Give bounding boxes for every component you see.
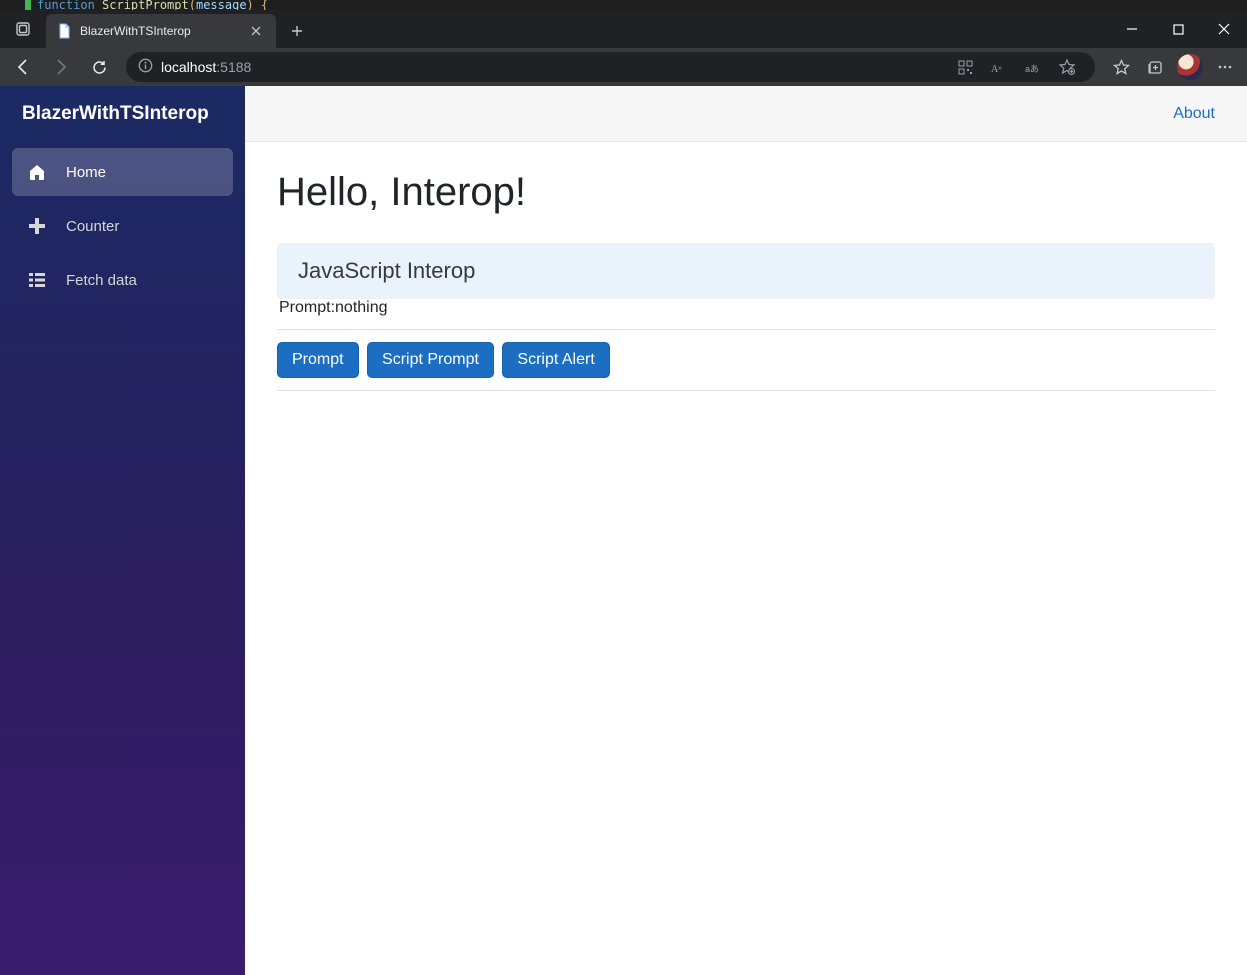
sidebar-item-label: Fetch data (66, 272, 137, 289)
new-tab-button[interactable] (282, 16, 312, 46)
app-brand: BlazerWithTSInterop (0, 86, 245, 142)
svg-text:aあ: aあ (1025, 64, 1039, 74)
nav-refresh-button[interactable] (82, 51, 116, 83)
tab-actions-icon[interactable] (6, 12, 40, 46)
list-icon (26, 271, 48, 289)
sidebar-item-label: Counter (66, 218, 119, 235)
favorites-menu-icon[interactable] (1105, 52, 1137, 82)
script-prompt-button[interactable]: Script Prompt (367, 342, 494, 378)
sidebar-item-home[interactable]: Home (12, 148, 233, 196)
prompt-button[interactable]: Prompt (277, 342, 359, 378)
page-title: Hello, Interop! (277, 170, 1215, 215)
qr-code-icon[interactable] (949, 52, 981, 82)
window-minimize-button[interactable] (1109, 10, 1155, 48)
home-icon (26, 162, 48, 182)
sidebar-item-counter[interactable]: Counter (12, 202, 233, 250)
window-close-button[interactable] (1201, 10, 1247, 48)
profile-avatar[interactable] (1177, 54, 1203, 80)
translate-icon[interactable]: aあ (1017, 52, 1049, 82)
topbar: About (245, 86, 1247, 142)
browser-toolbar: localhost:5188 A» aあ (0, 48, 1247, 86)
divider (277, 329, 1215, 330)
divider (277, 390, 1215, 391)
read-aloud-icon[interactable]: A» (983, 52, 1015, 82)
page-icon (56, 23, 72, 39)
sidebar-item-label: Home (66, 164, 106, 181)
address-bar[interactable]: localhost:5188 A» aあ (126, 52, 1095, 82)
address-url: localhost:5188 (161, 59, 251, 75)
browser-tab[interactable]: BlazerWithTSInterop (46, 14, 276, 48)
favorite-icon[interactable] (1051, 52, 1083, 82)
about-link[interactable]: About (1173, 105, 1215, 123)
browser-titlebar: BlazerWithTSInterop (0, 10, 1247, 48)
collections-icon[interactable] (1139, 52, 1171, 82)
code-editor-peek: function ScriptPrompt(message) { (0, 0, 1247, 10)
prompt-label: Prompt: (279, 299, 335, 316)
tab-close-icon[interactable] (246, 21, 266, 41)
script-alert-button[interactable]: Script Alert (502, 342, 609, 378)
button-row: Prompt Script Prompt Script Alert (277, 342, 1215, 378)
nav-back-button[interactable] (6, 51, 40, 83)
site-info-icon[interactable] (138, 58, 153, 76)
prompt-value: nothing (335, 299, 388, 316)
sidebar: BlazerWithTSInterop Home Counter (0, 86, 245, 975)
card-header: JavaScript Interop (278, 244, 1214, 298)
window-maximize-button[interactable] (1155, 10, 1201, 48)
plus-icon (26, 217, 48, 235)
more-menu-icon[interactable] (1209, 52, 1241, 82)
svg-text:»: » (998, 65, 1002, 72)
sidebar-item-fetch-data[interactable]: Fetch data (12, 256, 233, 304)
interop-card: JavaScript Interop (277, 243, 1215, 299)
main-content-area: About Hello, Interop! JavaScript Interop… (245, 86, 1247, 975)
nav-forward-button[interactable] (44, 51, 78, 83)
tab-title: BlazerWithTSInterop (80, 24, 238, 38)
prompt-status: Prompt:nothing (277, 299, 1215, 317)
